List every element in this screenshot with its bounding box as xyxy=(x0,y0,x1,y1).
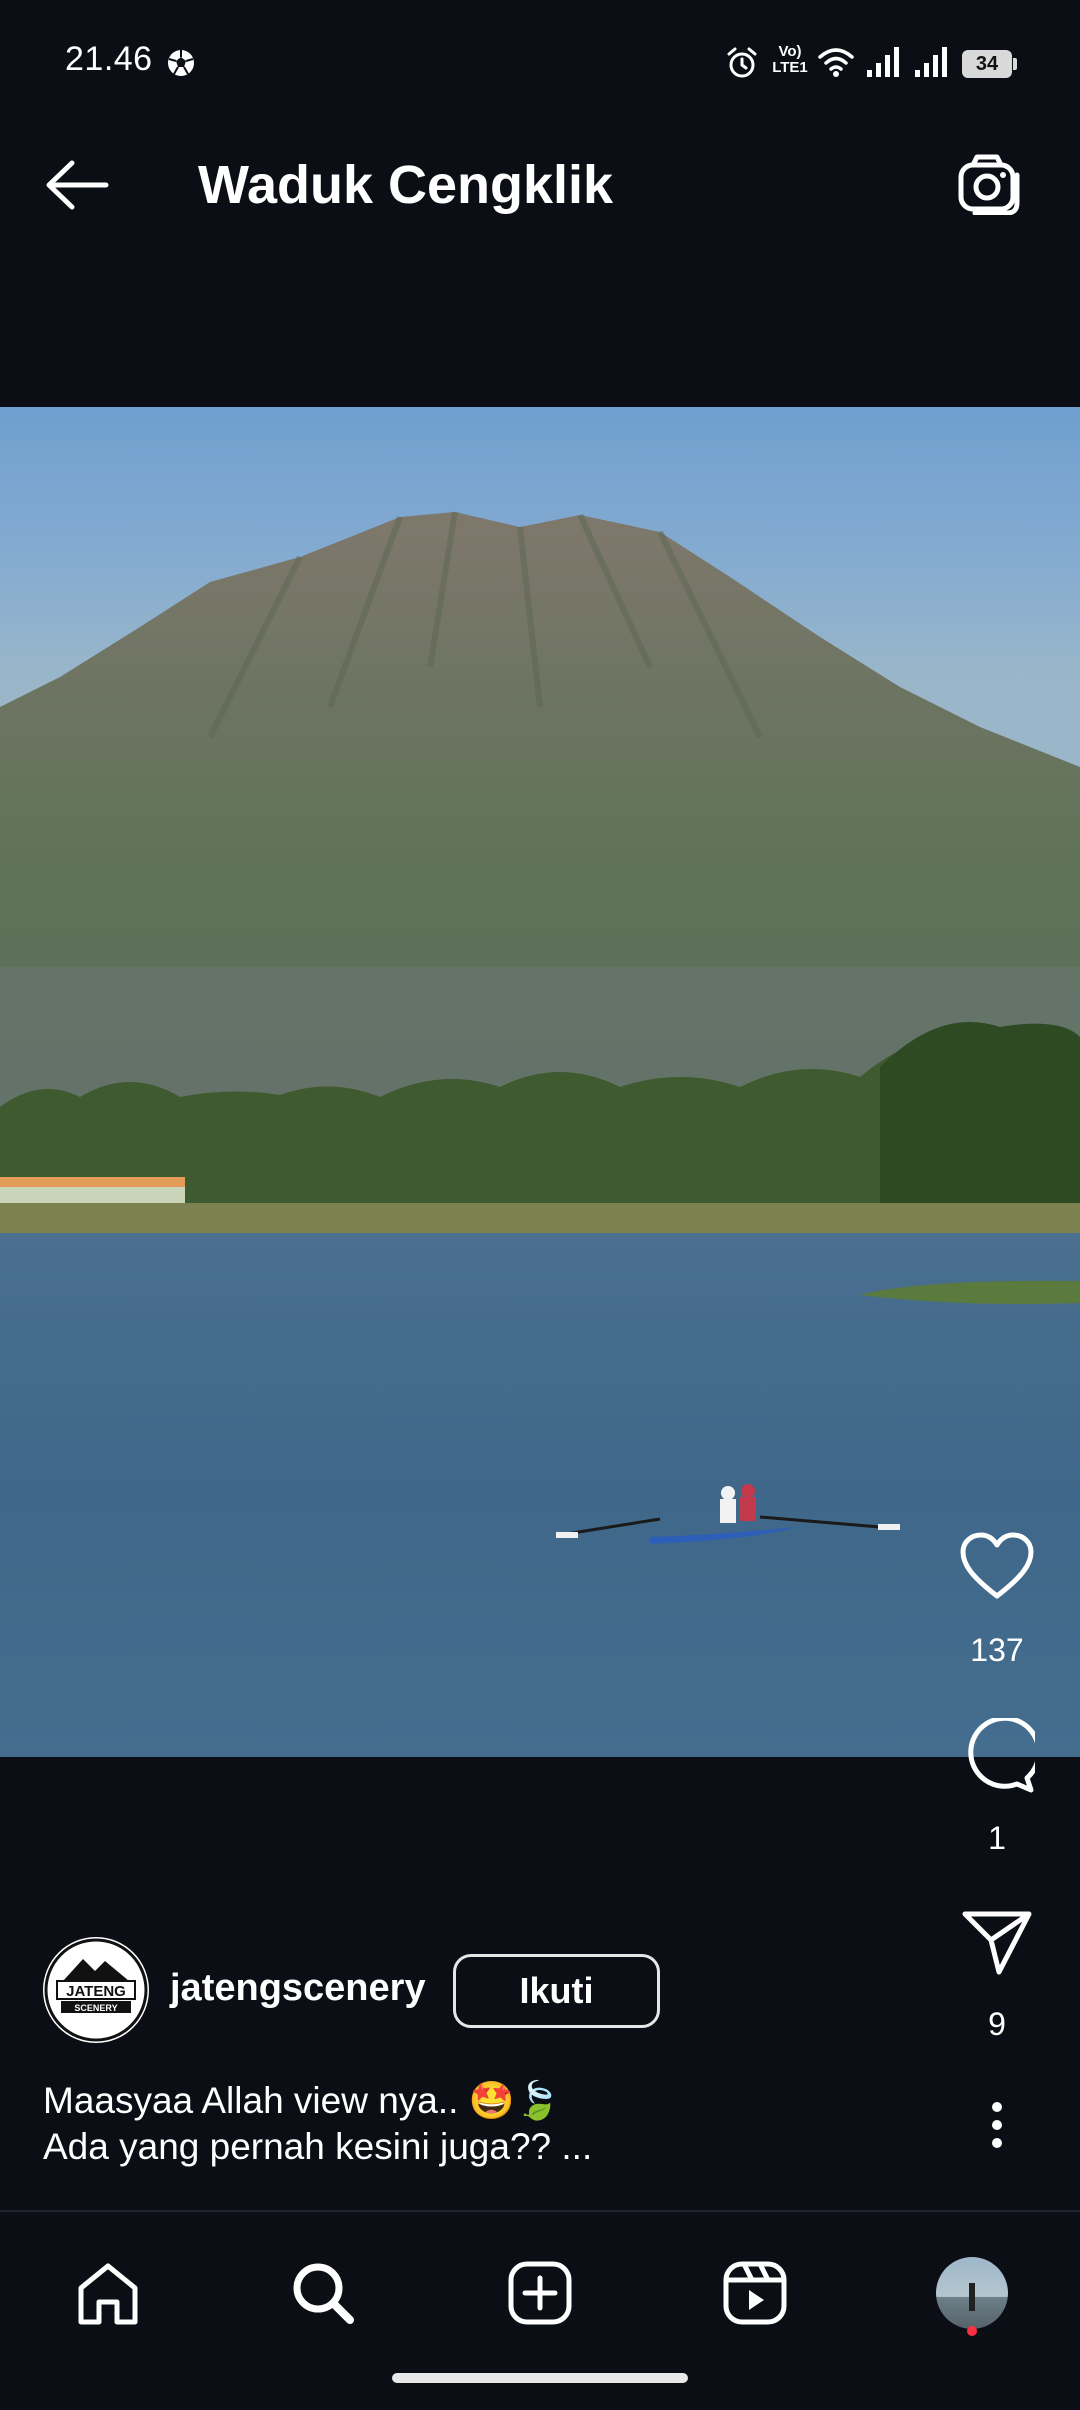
battery-tip xyxy=(1013,58,1017,70)
header: Waduk Cengklik xyxy=(0,100,1080,250)
follow-button[interactable]: Ikuti xyxy=(453,1954,660,2028)
arrow-left-icon xyxy=(46,160,109,210)
soccer-ball-icon xyxy=(168,50,194,76)
share-count: 9 xyxy=(988,2006,1006,2042)
signal-icon xyxy=(915,47,947,77)
signal-icon xyxy=(867,47,899,77)
battery-icon: 34 xyxy=(962,50,1012,78)
volte-icon: Vo) LTE1 xyxy=(772,43,808,76)
svg-text:SCENERY: SCENERY xyxy=(74,2003,117,2013)
share-button[interactable] xyxy=(942,1910,1052,1976)
author-username[interactable]: jatengscenery xyxy=(170,1967,426,2010)
post-caption[interactable]: Maasyaa Allah view nya.. 🤩🍃 Ada yang per… xyxy=(43,2078,943,2170)
search-icon xyxy=(293,2263,354,2324)
alarm-icon xyxy=(727,47,757,78)
nav-search[interactable] xyxy=(268,2238,378,2348)
profile-avatar xyxy=(936,2257,1008,2329)
more-vertical-icon xyxy=(992,2102,1002,2148)
send-icon xyxy=(962,1911,1032,1975)
home-indicator[interactable] xyxy=(392,2373,688,2383)
like-count: 137 xyxy=(970,1632,1024,1668)
svg-text:JATENG: JATENG xyxy=(66,1983,126,2000)
reels-icon xyxy=(723,2261,787,2325)
nav-home[interactable] xyxy=(53,2238,163,2348)
caption-line: Maasyaa Allah view nya.. 🤩🍃 xyxy=(43,2080,561,2121)
status-time: 21.46 xyxy=(65,40,153,78)
like-button[interactable] xyxy=(942,1532,1052,1600)
landscape-photo xyxy=(0,407,1080,1757)
camera-button[interactable] xyxy=(948,142,1032,226)
caption-line: Ada yang pernah kesini juga?? ... xyxy=(43,2126,593,2167)
camera-icon xyxy=(958,154,1020,215)
status-bar: 21.46 Vo) LTE1 34 xyxy=(0,0,1080,100)
comment-count: 1 xyxy=(988,1820,1006,1856)
more-options-button[interactable] xyxy=(942,2102,1052,2148)
home-icon xyxy=(78,2263,138,2325)
create-icon xyxy=(508,2261,572,2325)
notification-dot xyxy=(967,2326,977,2336)
heart-icon xyxy=(960,1532,1034,1599)
author-avatar[interactable]: JATENG SCENERY xyxy=(43,1937,149,2043)
comment-icon xyxy=(968,1718,1035,1793)
nav-reels[interactable] xyxy=(700,2238,810,2348)
back-button[interactable] xyxy=(32,145,122,225)
post-media[interactable] xyxy=(0,407,1080,1757)
comment-button[interactable] xyxy=(942,1718,1052,1794)
jateng-scenery-logo: JATENG SCENERY xyxy=(44,1938,148,2042)
page-title: Waduk Cengklik xyxy=(198,155,614,215)
wifi-icon xyxy=(818,48,854,77)
nav-create[interactable] xyxy=(485,2238,595,2348)
